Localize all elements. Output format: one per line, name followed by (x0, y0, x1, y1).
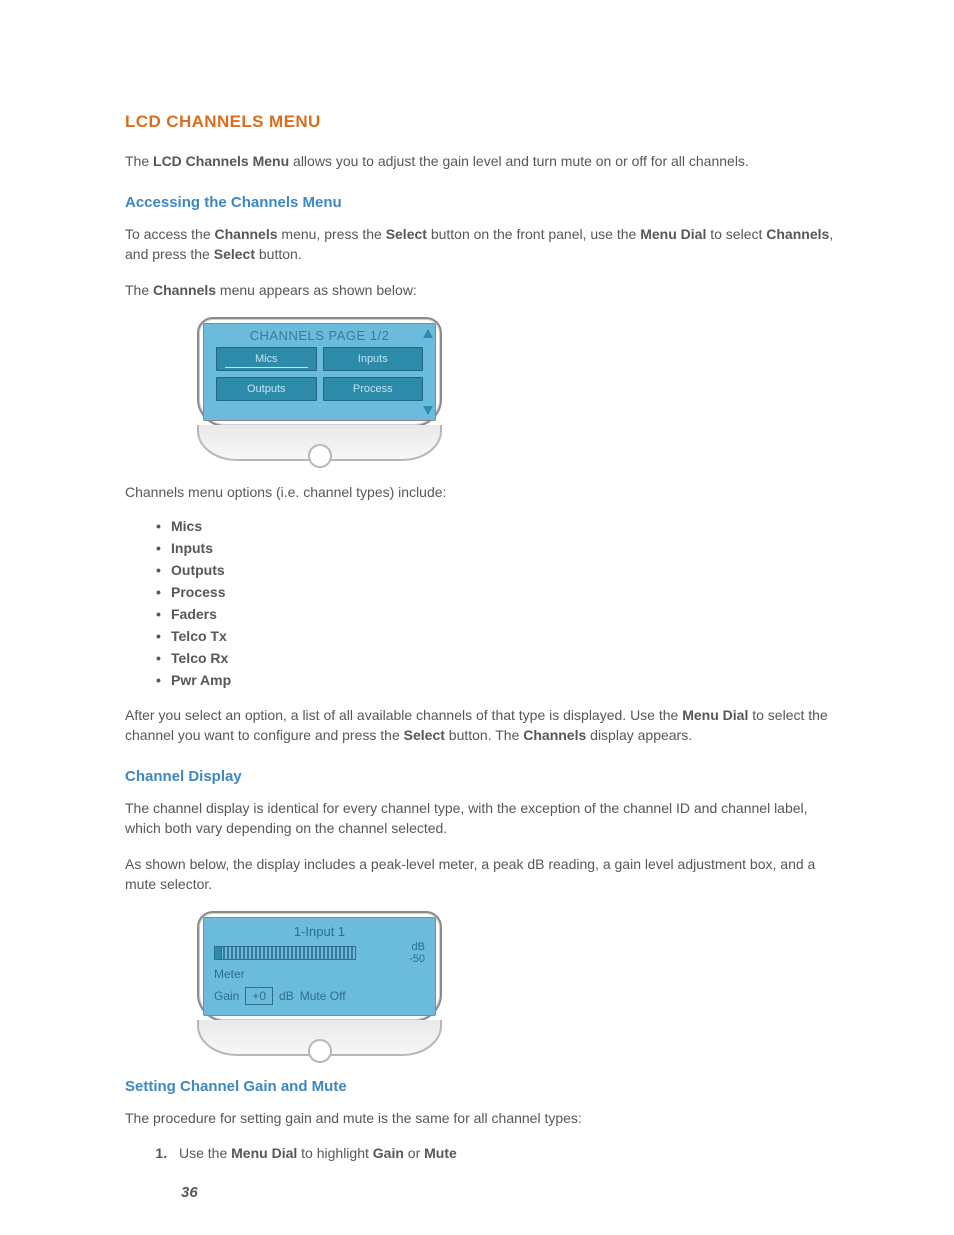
list-item: Outputs (171, 562, 834, 578)
list-item: Telco Tx (171, 628, 834, 644)
db-reading: dB -50 (409, 941, 425, 965)
meter-row: dB -50 (214, 941, 425, 965)
text: menu, press the (278, 226, 386, 242)
lcd-screen: 1-Input 1 dB -50 Meter Gain +0 dB Mute O… (203, 917, 436, 1016)
list-item: Faders (171, 606, 834, 622)
lcd-channels-figure: CHANNELS PAGE 1/2 Mics Inputs Outputs Pr… (197, 317, 442, 461)
channel-header: 1-Input 1 (214, 924, 425, 939)
text: display appears. (586, 727, 692, 743)
gain-row: Gain +0 dB Mute Off (214, 987, 425, 1005)
text-bold: Gain (373, 1145, 404, 1161)
paragraph: The channel display is identical for eve… (125, 799, 834, 839)
text: or (404, 1145, 424, 1161)
paragraph: As shown below, the display includes a p… (125, 855, 834, 895)
mute-status: Mute Off (300, 989, 346, 1003)
steps-list: Use the Menu Dial to highlight Gain or M… (125, 1145, 834, 1161)
lcd-channel-display-figure: 1-Input 1 dB -50 Meter Gain +0 dB Mute O… (197, 911, 442, 1056)
section-heading-channel-display: Channel Display (125, 768, 834, 785)
text: After you select an option, a list of al… (125, 707, 682, 723)
channel-types-list: Mics Inputs Outputs Process Faders Telco… (125, 518, 834, 688)
lcd-bump (308, 444, 332, 468)
text-bold: Menu Dial (640, 226, 706, 242)
text: Use the (179, 1145, 231, 1161)
text: to select (706, 226, 766, 242)
text-bold: Channels (766, 226, 829, 242)
text: menu appears as shown below: (216, 282, 417, 298)
peak-meter (214, 946, 356, 960)
text: to highlight (297, 1145, 373, 1161)
text: The (125, 153, 153, 169)
lcd-button-process: Process (323, 377, 424, 401)
text-bold: Channels (215, 226, 278, 242)
meter-label: Meter (214, 967, 425, 981)
paragraph: The Channels menu appears as shown below… (125, 281, 834, 301)
text-bold: Channels (523, 727, 586, 743)
db-unit: dB (279, 989, 294, 1003)
step-item: Use the Menu Dial to highlight Gain or M… (171, 1145, 834, 1161)
paragraph: After you select an option, a list of al… (125, 706, 834, 746)
text-bold: Select (214, 246, 255, 262)
text-bold: Select (404, 727, 445, 743)
lcd-title: CHANNELS PAGE 1/2 (210, 328, 429, 343)
text: allows you to adjust the gain level and … (289, 153, 749, 169)
lcd-button-mics: Mics (216, 347, 317, 371)
lcd-button-inputs: Inputs (323, 347, 424, 371)
text-bold: Menu Dial (682, 707, 748, 723)
db-label: dB (409, 941, 425, 953)
text-bold: Channels (153, 282, 216, 298)
meter-fill (215, 947, 222, 959)
lcd-frame: CHANNELS PAGE 1/2 Mics Inputs Outputs Pr… (197, 317, 442, 427)
section-heading-accessing: Accessing the Channels Menu (125, 194, 834, 211)
list-item: Pwr Amp (171, 672, 834, 688)
paragraph: The procedure for setting gain and mute … (125, 1109, 834, 1129)
intro-paragraph: The LCD Channels Menu allows you to adju… (125, 152, 834, 172)
text: button on the front panel, use the (427, 226, 640, 242)
db-value: -50 (409, 953, 425, 965)
list-item: Process (171, 584, 834, 600)
section-heading-setting-gain: Setting Channel Gain and Mute (125, 1078, 834, 1095)
text: The (125, 282, 153, 298)
lcd-screen: CHANNELS PAGE 1/2 Mics Inputs Outputs Pr… (203, 323, 436, 421)
page-number: 36 (181, 1184, 198, 1201)
text-bold: Mute (424, 1145, 457, 1161)
text: button. The (445, 727, 523, 743)
text: button. (255, 246, 302, 262)
paragraph: To access the Channels menu, press the S… (125, 225, 834, 265)
list-item: Mics (171, 518, 834, 534)
arrow-down-icon (423, 406, 433, 415)
list-item: Inputs (171, 540, 834, 556)
page-title: LCD CHANNELS MENU (125, 112, 834, 132)
gain-value: +0 (245, 987, 273, 1005)
lcd-base (197, 425, 442, 461)
text: To access the (125, 226, 215, 242)
lcd-base (197, 1020, 442, 1056)
lcd-button-grid: Mics Inputs Outputs Process (210, 347, 429, 401)
list-item: Telco Rx (171, 650, 834, 666)
paragraph: Channels menu options (i.e. channel type… (125, 483, 834, 503)
text-bold: LCD Channels Menu (153, 153, 289, 169)
text-bold: Select (386, 226, 427, 242)
lcd-frame: 1-Input 1 dB -50 Meter Gain +0 dB Mute O… (197, 911, 442, 1022)
lcd-button-outputs: Outputs (216, 377, 317, 401)
lcd-bump (308, 1039, 332, 1063)
text-bold: Menu Dial (231, 1145, 297, 1161)
gain-label: Gain (214, 989, 239, 1003)
